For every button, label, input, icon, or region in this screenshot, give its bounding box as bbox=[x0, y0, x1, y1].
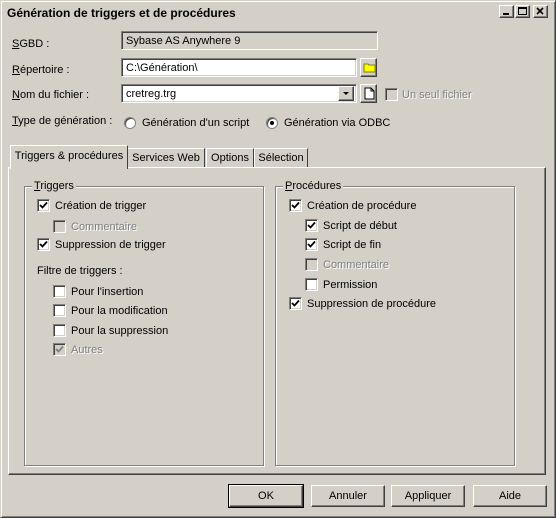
fichier-dropdown-button[interactable] bbox=[338, 86, 354, 101]
creation-trigger-label: Création de trigger bbox=[55, 200, 147, 212]
fichier-label: Nom du fichier : bbox=[12, 89, 90, 101]
sgbd-value: Sybase AS Anywhere 9 bbox=[126, 35, 241, 47]
help-button[interactable]: Aide bbox=[473, 485, 547, 507]
sgbd-label: SGBD : bbox=[12, 38, 50, 50]
checkmark-icon bbox=[291, 201, 300, 209]
tab-label: Options bbox=[211, 152, 249, 164]
fichier-combobox[interactable]: cretreg.trg bbox=[121, 84, 357, 103]
apply-button[interactable]: Appliquer bbox=[391, 485, 465, 507]
close-icon bbox=[536, 7, 544, 15]
suppression-filtre-checkbox[interactable] bbox=[53, 324, 66, 337]
triggers-group-label: Triggers bbox=[32, 180, 76, 192]
modification-checkbox[interactable] bbox=[53, 304, 66, 317]
close-button[interactable] bbox=[533, 5, 548, 18]
maximize-button[interactable] bbox=[515, 5, 530, 18]
ok-label: OK bbox=[258, 490, 274, 502]
document-icon bbox=[364, 87, 375, 100]
chevron-down-icon bbox=[343, 92, 349, 95]
suppression-procedure-label: Suppression de procédure bbox=[307, 298, 437, 310]
minimize-icon bbox=[503, 13, 509, 15]
folder-icon bbox=[363, 63, 376, 73]
tab-triggers-procedures[interactable]: Triggers & procédures bbox=[10, 145, 128, 169]
suppression-filtre-label: Pour la suppression bbox=[71, 325, 169, 337]
script-debut-label: Script de début bbox=[323, 220, 397, 232]
help-label: Aide bbox=[498, 490, 522, 502]
insertion-label: Pour l'insertion bbox=[71, 286, 144, 298]
script-debut-checkbox[interactable] bbox=[305, 219, 318, 232]
creation-trigger-checkbox[interactable] bbox=[37, 199, 50, 212]
checkmark-icon bbox=[291, 299, 300, 307]
autres-label: Autres bbox=[71, 344, 103, 356]
window-title: Génération de triggers et de procédures bbox=[7, 6, 236, 20]
apply-label: Appliquer bbox=[404, 490, 452, 502]
script-fin-label: Script de fin bbox=[323, 239, 382, 251]
repertoire-input[interactable]: C:\Génération\ bbox=[121, 58, 357, 77]
permission-label: Permission bbox=[323, 279, 378, 291]
cancel-label: Annuler bbox=[329, 490, 367, 502]
script-fin-checkbox[interactable] bbox=[305, 238, 318, 251]
autres-checkbox[interactable] bbox=[53, 343, 66, 356]
creation-procedure-label: Création de procédure bbox=[307, 200, 417, 212]
sgbd-field: Sybase AS Anywhere 9 bbox=[121, 31, 378, 50]
tab-label: Triggers & procédures bbox=[14, 150, 124, 162]
modification-label: Pour la modification bbox=[71, 305, 168, 317]
checkmark-icon bbox=[307, 240, 316, 248]
cancel-button[interactable]: Annuler bbox=[311, 485, 385, 507]
tab-selection[interactable]: Sélection bbox=[254, 148, 308, 168]
ok-button[interactable]: OK bbox=[228, 484, 304, 508]
suppression-trigger-checkbox[interactable] bbox=[37, 238, 50, 251]
sgbd-label-rest: GBD : bbox=[19, 38, 50, 50]
minimize-button[interactable] bbox=[499, 5, 514, 18]
suppression-procedure-checkbox[interactable] bbox=[289, 297, 302, 310]
tab-services-web[interactable]: Services Web bbox=[127, 148, 205, 168]
tab-label: Services Web bbox=[132, 152, 200, 164]
suppression-trigger-label: Suppression de trigger bbox=[55, 239, 166, 251]
creation-procedure-checkbox[interactable] bbox=[289, 199, 302, 212]
checkmark-icon bbox=[55, 345, 64, 353]
browse-folder-button[interactable] bbox=[360, 58, 377, 77]
insertion-checkbox[interactable] bbox=[53, 285, 66, 298]
radio-odbc-dot bbox=[270, 121, 274, 125]
repertoire-label: Répertoire : bbox=[12, 64, 70, 76]
tab-options[interactable]: Options bbox=[206, 148, 254, 168]
type-label: Type de génération : bbox=[12, 115, 113, 127]
radio-odbc[interactable] bbox=[266, 117, 278, 129]
maximize-icon bbox=[518, 7, 527, 15]
trigger-commentaire-label: Commentaire bbox=[71, 221, 138, 233]
un-seul-fichier-checkbox[interactable] bbox=[385, 88, 398, 101]
fichier-value: cretreg.trg bbox=[126, 88, 177, 100]
tab-label: Sélection bbox=[258, 152, 304, 164]
checkmark-icon bbox=[39, 201, 48, 209]
checkmark-icon bbox=[307, 221, 316, 229]
trigger-commentaire-checkbox[interactable] bbox=[53, 220, 66, 233]
title-bar[interactable]: Génération de triggers et de procédures bbox=[3, 3, 551, 22]
file-properties-button[interactable] bbox=[360, 84, 377, 103]
filtre-triggers-label: Filtre de triggers : bbox=[37, 265, 123, 277]
un-seul-fichier-label: Un seul fichier bbox=[402, 89, 472, 101]
permission-checkbox[interactable] bbox=[305, 278, 318, 291]
checkmark-icon bbox=[39, 240, 48, 248]
radio-script-label: Génération d'un script bbox=[142, 117, 250, 129]
procedures-group-label: Procédures bbox=[283, 180, 344, 192]
repertoire-value: C:\Génération\ bbox=[126, 62, 198, 74]
procedure-commentaire-label: Commentaire bbox=[323, 259, 390, 271]
procedure-commentaire-checkbox[interactable] bbox=[305, 258, 318, 271]
radio-odbc-label: Génération via ODBC bbox=[284, 117, 391, 129]
radio-script[interactable] bbox=[124, 117, 136, 129]
